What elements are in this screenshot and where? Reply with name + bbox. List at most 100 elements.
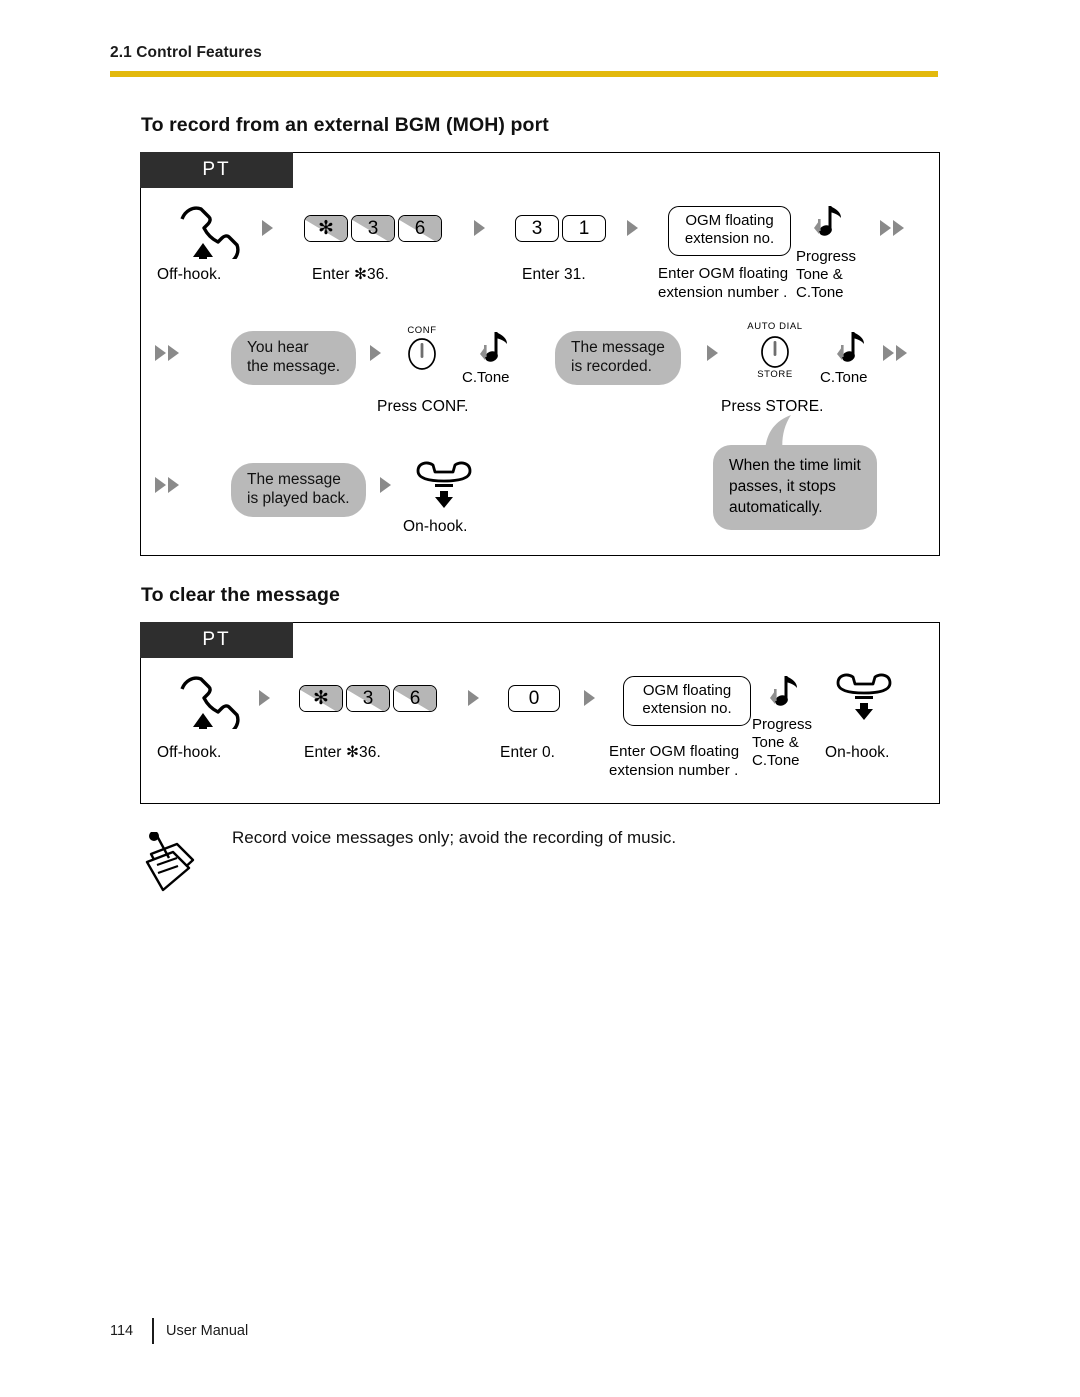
caption-ogm-clear-line1: Enter OGM floating [609, 743, 740, 760]
footer-divider [152, 1318, 154, 1344]
arrow-1-record [262, 220, 273, 236]
state-you-hear-line2: the message. [247, 357, 341, 375]
caption-onhook-clear: On-hook. [825, 744, 890, 761]
header-rule [110, 71, 938, 77]
music-note-icon-record-row1 [813, 203, 847, 248]
key-6-clear[interactable]: 6 [393, 685, 437, 712]
section-title-clear: To clear the message [141, 584, 340, 606]
keys-feature-clear: ✻ 3 6 [299, 685, 437, 712]
tone-label-progress-line2: Tone & [796, 266, 843, 283]
music-note-icon-clear [769, 673, 803, 718]
header-section-label: 2.1 Control Features [110, 44, 262, 61]
key-3-label: 3 [367, 218, 379, 239]
key-num-0[interactable]: 0 [508, 685, 560, 712]
offhook-handset-icon [171, 201, 245, 269]
caption-enter-feature-record: Enter ✻36. [312, 266, 389, 283]
key-3-clear[interactable]: 3 [346, 685, 390, 712]
arrow-1-clear [259, 690, 270, 706]
arrow-2-record [474, 220, 485, 236]
key-num-1[interactable]: 1 [562, 215, 606, 242]
device-tag-pt-record: PT [140, 152, 293, 188]
caption-ogm-line1-record: Enter OGM floating [658, 265, 789, 282]
key-num-3-label: 3 [531, 218, 543, 239]
conf-button-icon[interactable] [407, 337, 437, 376]
keys-number-clear: 0 [508, 685, 560, 712]
onhook-handset-icon-clear [833, 671, 895, 728]
note-balloon-time-limit: When the time limit passes, it stops aut… [713, 445, 877, 531]
arrow-6-record [380, 477, 391, 493]
page-number: 114 [110, 1323, 134, 1339]
key-star-label: ✻ [318, 218, 334, 239]
arrow-4-record [370, 345, 381, 361]
caption-offhook-record: Off-hook. [157, 266, 222, 283]
ogm-extension-box-clear[interactable]: OGM floating extension no. [623, 676, 751, 726]
key-star-clear[interactable]: ✻ [299, 685, 343, 712]
arrow-5-record [707, 345, 718, 361]
wrap-arrow-start-row2 [155, 345, 179, 361]
tone-label-conf: C.Tone [462, 369, 510, 386]
note-pad-icon [143, 831, 199, 899]
tone-label-clear-line1: Progress [752, 716, 813, 733]
caption-onhook-record: On-hook. [403, 518, 468, 535]
flowchart-record: PT Off-hook. ✻ 3 6 Enter ✻36. 3 1 Enter … [140, 152, 940, 556]
arrow-2-clear [468, 690, 479, 706]
ogm-box-clear-line1: OGM floating [642, 682, 732, 699]
caption-press-store: Press STORE. [721, 398, 824, 415]
tone-label-progress-line1: Progress [796, 248, 857, 265]
tone-label-store: C.Tone [820, 369, 868, 386]
caption-ogm-line2-record: extension number . [658, 284, 788, 301]
state-message-played-back: The message is played back. [231, 463, 366, 517]
music-note-icon-conf [479, 329, 513, 374]
key-star[interactable]: ✻ [304, 215, 348, 242]
onhook-handset-icon-record [413, 459, 475, 516]
auto-dial-label: AUTO DIAL [747, 321, 803, 332]
wrap-arrow-start-row3 [155, 477, 179, 493]
key-3-clear-label: 3 [362, 688, 374, 709]
conf-button-caption: CONF [407, 325, 437, 336]
state-recorded-line2: is recorded. [571, 357, 652, 375]
key-num-1-label: 1 [578, 218, 590, 239]
store-label: STORE [757, 369, 793, 380]
keys-feature-record: ✻ 3 6 [304, 215, 442, 242]
offhook-handset-icon-clear [171, 671, 245, 739]
key-6[interactable]: 6 [398, 215, 442, 242]
caption-press-conf: Press CONF. [377, 398, 469, 415]
arrow-3-clear [584, 690, 595, 706]
state-played-line1: The message [247, 471, 341, 488]
key-num-3[interactable]: 3 [515, 215, 559, 242]
wrap-arrow-end-row1 [880, 220, 904, 236]
key-6-clear-label: 6 [409, 688, 421, 709]
caption-ogm-clear-line2: extension number . [609, 762, 739, 779]
state-you-hear-line1: You hear [247, 339, 309, 356]
caption-offhook-clear: Off-hook. [157, 744, 222, 761]
caption-enter-number-record: Enter 31. [522, 266, 586, 283]
tone-label-progress-line3: C.Tone [796, 284, 844, 301]
music-note-icon-store [836, 329, 870, 374]
page-header: 2.1 Control Features [110, 44, 938, 77]
key-star-clear-label: ✻ [313, 688, 329, 709]
ogm-box-line1: OGM floating [685, 212, 774, 229]
section-title-record: To record from an external BGM (MOH) por… [141, 114, 549, 136]
ogm-box-clear-line2: extension no. [642, 700, 732, 718]
balloon-line1: When the time limit [729, 457, 861, 474]
key-3[interactable]: 3 [351, 215, 395, 242]
tone-label-clear-line2: Tone & [752, 734, 799, 751]
device-tag-pt-clear: PT [140, 622, 293, 658]
ogm-box-line2: extension no. [684, 230, 775, 248]
arrow-3-record [627, 220, 638, 236]
key-6-label: 6 [414, 218, 426, 239]
caption-enter-number-clear: Enter 0. [500, 744, 556, 761]
page-footer: 114 User Manual [110, 1318, 248, 1344]
ogm-extension-box-record[interactable]: OGM floating extension no. [668, 206, 791, 256]
caption-enter-feature-clear: Enter ✻36. [304, 744, 381, 761]
balloon-line3: automatically. [729, 498, 823, 516]
footer-label: User Manual [166, 1323, 249, 1339]
wrap-arrow-end-row2 [883, 345, 907, 361]
key-num-0-label: 0 [528, 688, 540, 709]
flowchart-clear: PT Off-hook. ✻ 3 6 Enter ✻36. 0 Enter 0.… [140, 622, 940, 804]
tone-label-clear-line3: C.Tone [752, 752, 800, 769]
state-message-recorded: The message is recorded. [555, 331, 681, 385]
note-text: Record voice messages only; avoid the re… [232, 828, 677, 847]
state-recorded-line1: The message [571, 339, 665, 356]
state-you-hear-message: You hear the message. [231, 331, 357, 385]
